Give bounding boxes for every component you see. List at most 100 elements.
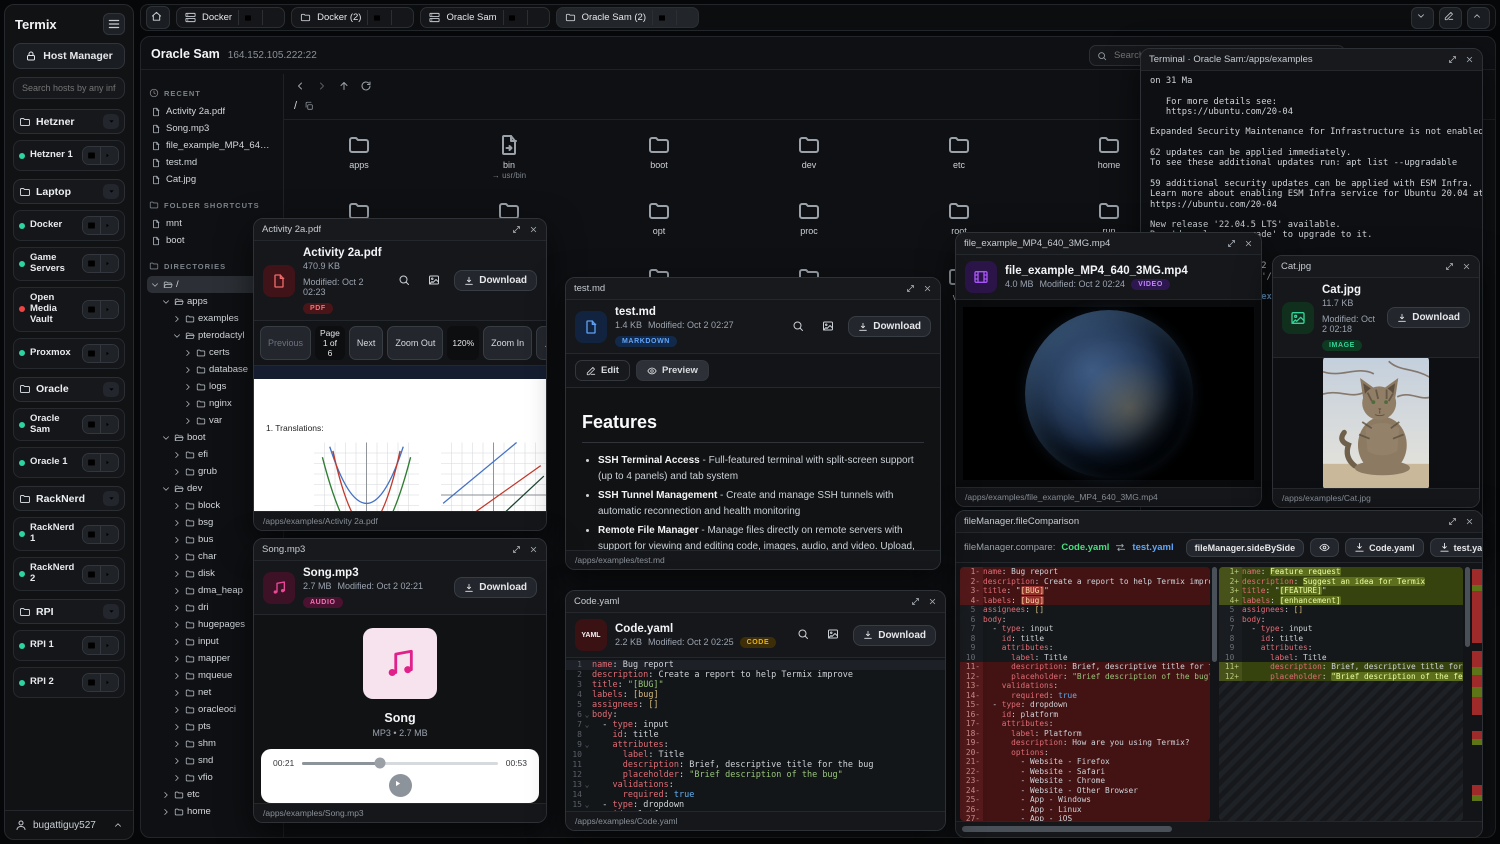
seek-thumb[interactable] [375,758,386,769]
side-by-side-button[interactable]: fileManager.sideBySide [1186,539,1305,557]
preview-tab[interactable]: Preview [636,360,709,381]
host-item-oracle-sam[interactable]: Oracle Sam [13,408,125,442]
window-titlebar[interactable]: Activity 2a.pdf [254,219,546,241]
diff-horizontal-scrollbar[interactable] [956,821,1482,837]
host-item-hetzner-1[interactable]: Hetzner 1 [13,140,125,171]
download-button[interactable]: Download [454,270,537,291]
host-item-rpi-1[interactable]: RPI 1 [13,630,125,661]
close-icon[interactable] [391,10,409,25]
chevron-down-icon[interactable] [103,184,119,199]
file-item[interactable]: Activity 2a.pdf [147,103,277,120]
download-pdf-button[interactable]: Download [536,326,546,360]
play-button[interactable] [389,774,412,797]
close-icon[interactable] [676,10,694,25]
host-item-racknerd-1[interactable]: RackNerd 1 [13,517,125,551]
file-manager-button[interactable] [83,255,100,272]
folder-item[interactable]: proc [734,192,884,258]
close-icon[interactable] [527,10,545,25]
file-manager-button[interactable] [83,301,100,318]
host-search[interactable] [13,77,125,99]
file-manager-button[interactable] [83,454,100,471]
chevron-down-icon[interactable] [103,382,119,397]
breadcrumb-path[interactable]: / [294,100,297,112]
terminal-button[interactable] [100,217,118,234]
window-titlebar[interactable]: Cat.jpg [1273,256,1479,278]
swap-icon[interactable] [1115,542,1126,553]
folder-item[interactable]: opt [584,192,734,258]
terminal-button[interactable] [100,526,118,543]
folder-item[interactable]: dev [734,126,884,192]
split-view-icon[interactable] [503,10,521,25]
close-icon[interactable] [529,545,538,554]
split-view-icon[interactable] [238,10,256,25]
host-item-open-media-vault[interactable]: Open Media Vault [13,287,125,332]
code-editor[interactable]: 1 name: Bug report2 description: Create … [566,658,945,811]
terminal-button[interactable] [100,416,118,433]
window-titlebar[interactable]: fileManager.fileComparison [956,511,1482,533]
next-page-button[interactable]: Next [349,326,384,360]
host-group-laptop[interactable]: Laptop [13,179,125,204]
file-manager-button[interactable] [83,147,100,164]
folder-item[interactable]: boot [584,126,734,192]
tab-oracle-sam-2[interactable]: Oracle Sam (2) [556,7,699,28]
refresh-icon[interactable] [360,80,372,92]
edit-tab[interactable]: Edit [575,360,630,381]
chevron-down-icon[interactable] [103,114,119,129]
folder-item[interactable]: bin→ usr/bin [434,126,584,192]
back-icon[interactable] [294,80,306,92]
menu-button[interactable] [103,13,125,35]
expand-icon[interactable] [512,545,521,554]
download-button[interactable]: Download [848,316,931,337]
host-item-docker[interactable]: Docker [13,210,125,241]
home-button[interactable] [146,6,170,29]
expand-icon[interactable] [906,284,915,293]
host-group-oracle[interactable]: Oracle [13,377,125,402]
file-manager-button[interactable] [83,637,100,654]
file-item[interactable]: Cat.jpg [147,171,277,188]
file-item[interactable]: Song.mp3 [147,120,277,137]
expand-icon[interactable] [1448,517,1457,526]
diff-right-pane[interactable]: 1+name: Feature request2+description: Su… [1219,567,1463,821]
host-item-rpi-2[interactable]: RPI 2 [13,667,125,698]
file-manager-button[interactable] [83,416,100,433]
up-icon[interactable] [338,80,350,92]
user-bar[interactable]: bugattiguy527 [5,810,133,839]
download-left-button[interactable]: Code.yaml [1345,538,1424,557]
host-group-rpi[interactable]: RPI [13,599,125,624]
folder-item[interactable]: apps [284,126,434,192]
file-item[interactable]: test.md [147,154,277,171]
close-icon[interactable] [928,597,937,606]
previous-page-button[interactable]: Previous [260,326,311,360]
download-button[interactable]: Download [853,625,936,646]
diff-right-scrollbar[interactable] [1464,567,1471,821]
terminal-button[interactable] [100,255,118,272]
terminal-button[interactable] [100,637,118,654]
host-group-racknerd[interactable]: RackNerd [13,486,125,511]
view-mode-button[interactable] [818,316,840,338]
terminal-button[interactable] [100,301,118,318]
host-manager-button[interactable]: Host Manager [13,43,125,69]
file-item[interactable]: file_example_MP4_640_3MG.mp4 [147,137,277,154]
file-manager-button[interactable] [83,566,100,583]
search-in-file-button[interactable] [394,270,416,292]
video-player[interactable] [956,300,1261,487]
window-titlebar[interactable]: test.md [566,278,940,300]
chevron-down-icon[interactable] [103,491,119,506]
diff-minimap[interactable] [1472,567,1482,821]
terminal-button[interactable] [100,674,118,691]
file-manager-button[interactable] [83,217,100,234]
search-in-file-button[interactable] [793,624,815,646]
forward-icon[interactable] [316,80,328,92]
file-manager-button[interactable] [83,674,100,691]
diff-left-pane[interactable]: 1-name: Bug report2-description: Create … [960,567,1210,821]
split-view-icon[interactable] [367,10,385,25]
diff-left-scrollbar[interactable] [1211,567,1218,821]
markdown-preview[interactable]: Features SSH Terminal Access - Full-feat… [566,388,940,550]
host-item-oracle-1[interactable]: Oracle 1 [13,447,125,478]
folder-item[interactable]: etc [884,126,1034,192]
tab-oracle-sam[interactable]: Oracle Sam [420,7,549,28]
host-search-input[interactable] [20,82,118,94]
window-titlebar[interactable]: Song.mp3 [254,539,546,561]
tab-list-button[interactable] [1411,7,1434,29]
host-item-proxmox[interactable]: Proxmox [13,338,125,369]
